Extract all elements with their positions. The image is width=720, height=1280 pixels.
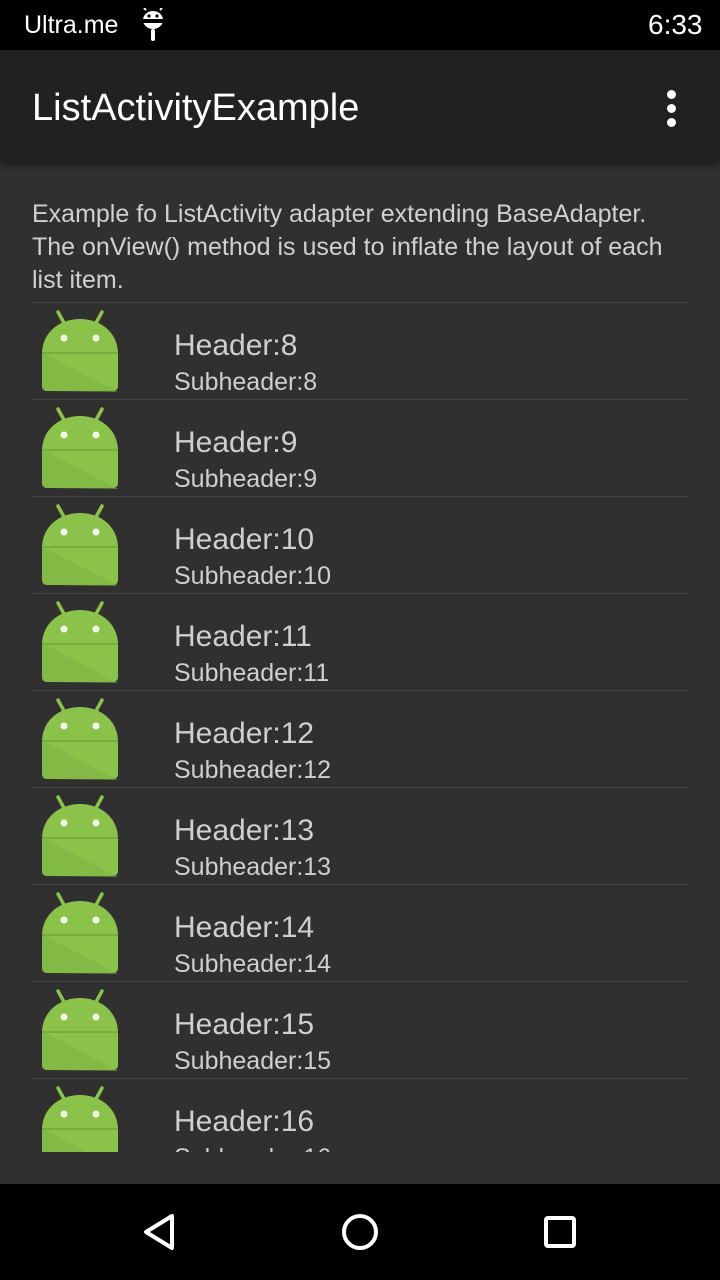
- list-item-header: Header:10: [174, 523, 315, 556]
- list-item[interactable]: Header:14 Subheader:14: [32, 884, 688, 981]
- description-text: Example fo ListActivity adapter extendin…: [32, 200, 663, 294]
- app-toolbar: ListActivityExample: [0, 50, 720, 162]
- clock: 6:33: [648, 9, 703, 40]
- android-robot-icon: [42, 310, 118, 392]
- android-robot-icon: [42, 989, 118, 1071]
- list-item-header: Header:16: [174, 1105, 315, 1138]
- android-robot-icon: [42, 601, 118, 683]
- list-item-subheader: Subheader:16: [174, 1143, 331, 1152]
- content-area: Example fo ListActivity adapter extendin…: [0, 162, 720, 1184]
- overflow-dot: [667, 118, 676, 127]
- list-item[interactable]: Header:9 Subheader:9: [32, 399, 688, 496]
- android-robot-icon: [42, 892, 118, 974]
- list-item-subheader: Subheader:14: [174, 950, 332, 978]
- recents-icon[interactable]: [532, 1204, 588, 1260]
- list-item[interactable]: Header:8 Subheader:8: [32, 302, 688, 399]
- android-debug-icon: [143, 8, 163, 41]
- android-robot-icon: [42, 504, 118, 586]
- back-icon[interactable]: [132, 1204, 188, 1260]
- toolbar-title: ListActivityExample: [32, 87, 360, 129]
- list-item-header: Header:14: [174, 911, 315, 944]
- home-icon[interactable]: [332, 1204, 388, 1260]
- list-item-header: Header:9: [174, 426, 298, 459]
- list-item[interactable]: Header:12 Subheader:12: [32, 690, 688, 787]
- overflow-menu-icon[interactable]: [652, 80, 692, 132]
- list-item-header: Header:12: [174, 717, 315, 750]
- android-robot-icon: [42, 698, 118, 780]
- list-item-subheader: Subheader:12: [174, 756, 332, 784]
- list-item[interactable]: Header:11 Subheader:11: [32, 593, 688, 690]
- list-item-header: Header:11: [174, 620, 312, 653]
- list-item[interactable]: Header:10 Subheader:10: [32, 496, 688, 593]
- carrier-label: Ultra.me: [24, 11, 119, 39]
- list-item-subheader: Subheader:9: [174, 465, 318, 493]
- screen: Ultra.me 6:33 ListActivityExample Exampl…: [0, 0, 720, 1280]
- list-item-subheader: Subheader:15: [174, 1047, 332, 1075]
- list-item-header: Header:13: [174, 814, 315, 847]
- list-item-header: Header:15: [174, 1008, 315, 1041]
- navigation-bar: [0, 1184, 720, 1280]
- overflow-dot: [667, 90, 676, 99]
- list-item-subheader: Subheader:8: [174, 368, 318, 396]
- android-robot-icon: [42, 1086, 118, 1152]
- android-robot-icon: [42, 407, 118, 489]
- list-item[interactable]: Header:16 Subheader:16: [32, 1078, 688, 1152]
- list-view[interactable]: Header:8 Subheader:8 Header:9 Subheader:9 He…: [32, 302, 688, 1152]
- android-robot-icon: [42, 795, 118, 877]
- list-item[interactable]: Header:13 Subheader:13: [32, 787, 688, 884]
- list-item[interactable]: Header:15 Subheader:15: [32, 981, 688, 1078]
- list-item-subheader: Subheader:10: [174, 562, 332, 590]
- list-item-header: Header:8: [174, 329, 298, 362]
- list-item-subheader: Subheader:13: [174, 853, 332, 881]
- status-bar: Ultra.me 6:33: [0, 0, 720, 50]
- list-item-subheader: Subheader:11: [174, 659, 330, 687]
- overflow-dot: [667, 104, 676, 113]
